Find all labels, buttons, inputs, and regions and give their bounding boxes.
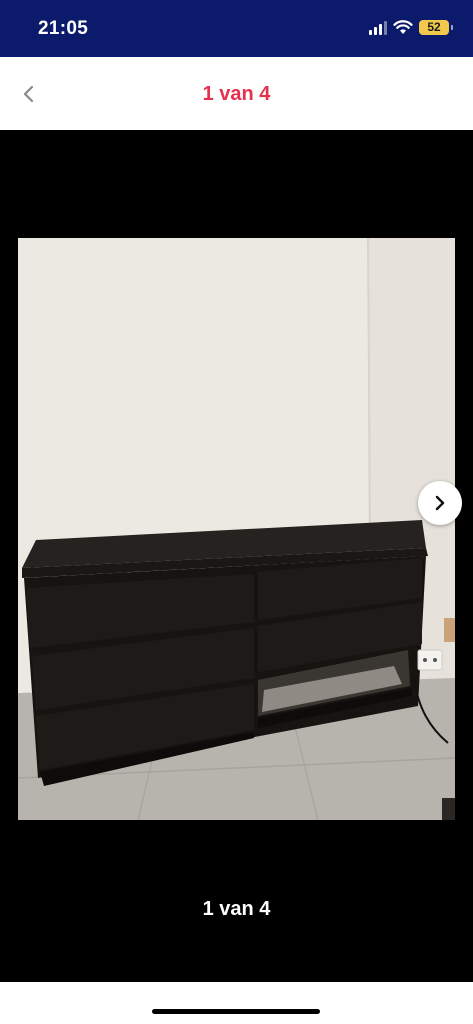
chevron-right-icon bbox=[435, 495, 445, 511]
status-icons: 52 bbox=[369, 20, 453, 35]
photo-viewer: 1 van 4 bbox=[0, 130, 473, 982]
home-indicator[interactable] bbox=[152, 1009, 320, 1014]
signal-icon bbox=[369, 20, 387, 35]
status-bar: 21:05 52 bbox=[0, 0, 473, 57]
photo-counter: 1 van 4 bbox=[202, 898, 271, 920]
wifi-icon bbox=[393, 20, 413, 34]
battery-icon: 52 bbox=[419, 20, 453, 35]
page-title: 1 van 4 bbox=[202, 83, 271, 105]
status-time: 21:05 bbox=[38, 18, 89, 39]
battery-level: 52 bbox=[427, 20, 441, 34]
nav-bar: 1 van 4 bbox=[0, 57, 473, 130]
next-photo-button[interactable] bbox=[418, 481, 462, 525]
dresser-image bbox=[18, 238, 455, 820]
dresser-photo[interactable] bbox=[18, 238, 455, 820]
bottom-bar bbox=[0, 982, 473, 1024]
